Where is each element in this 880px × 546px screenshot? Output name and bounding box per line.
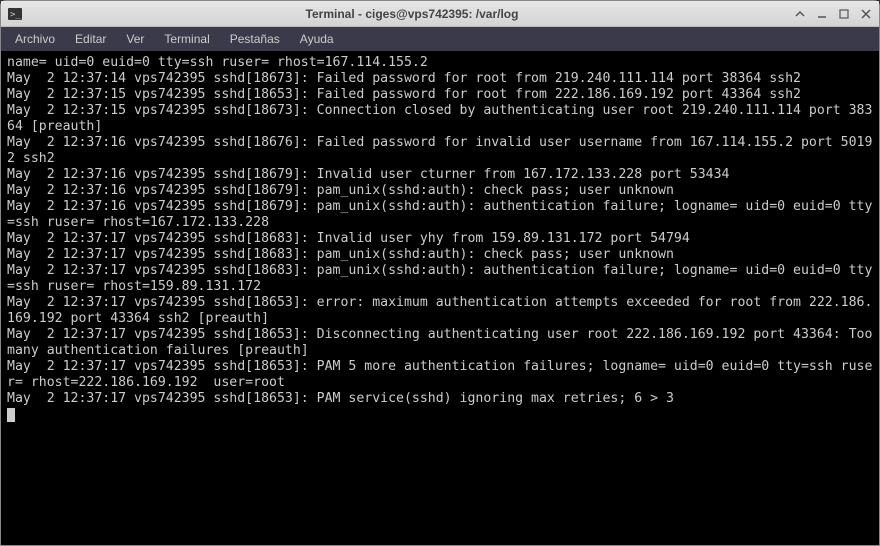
window-controls bbox=[793, 7, 873, 21]
titlebar[interactable]: >_ Terminal - ciges@vps742395: /var/log bbox=[1, 1, 879, 27]
menu-ayuda[interactable]: Ayuda bbox=[292, 29, 342, 49]
menu-pestanas[interactable]: Pestañas bbox=[222, 29, 288, 49]
terminal-lines: name= uid=0 euid=0 tty=ssh ruser= rhost=… bbox=[7, 55, 879, 406]
terminal-icon: >_ bbox=[7, 6, 23, 22]
close-button[interactable] bbox=[859, 7, 873, 21]
menu-ver[interactable]: Ver bbox=[118, 29, 152, 49]
svg-text:>_: >_ bbox=[10, 10, 21, 20]
menu-terminal[interactable]: Terminal bbox=[156, 29, 217, 49]
window-title: Terminal - ciges@vps742395: /var/log bbox=[31, 7, 793, 21]
menu-editar[interactable]: Editar bbox=[67, 29, 114, 49]
terminal-output[interactable]: name= uid=0 euid=0 tty=ssh ruser= rhost=… bbox=[1, 51, 879, 545]
minimize-button[interactable] bbox=[815, 7, 829, 21]
terminal-cursor bbox=[7, 408, 15, 422]
terminal-window: >_ Terminal - ciges@vps742395: /var/log … bbox=[0, 0, 880, 546]
menu-archivo[interactable]: Archivo bbox=[7, 29, 63, 49]
maximize-button[interactable] bbox=[837, 7, 851, 21]
menubar: Archivo Editar Ver Terminal Pestañas Ayu… bbox=[1, 27, 879, 51]
rollup-button[interactable] bbox=[793, 7, 807, 21]
